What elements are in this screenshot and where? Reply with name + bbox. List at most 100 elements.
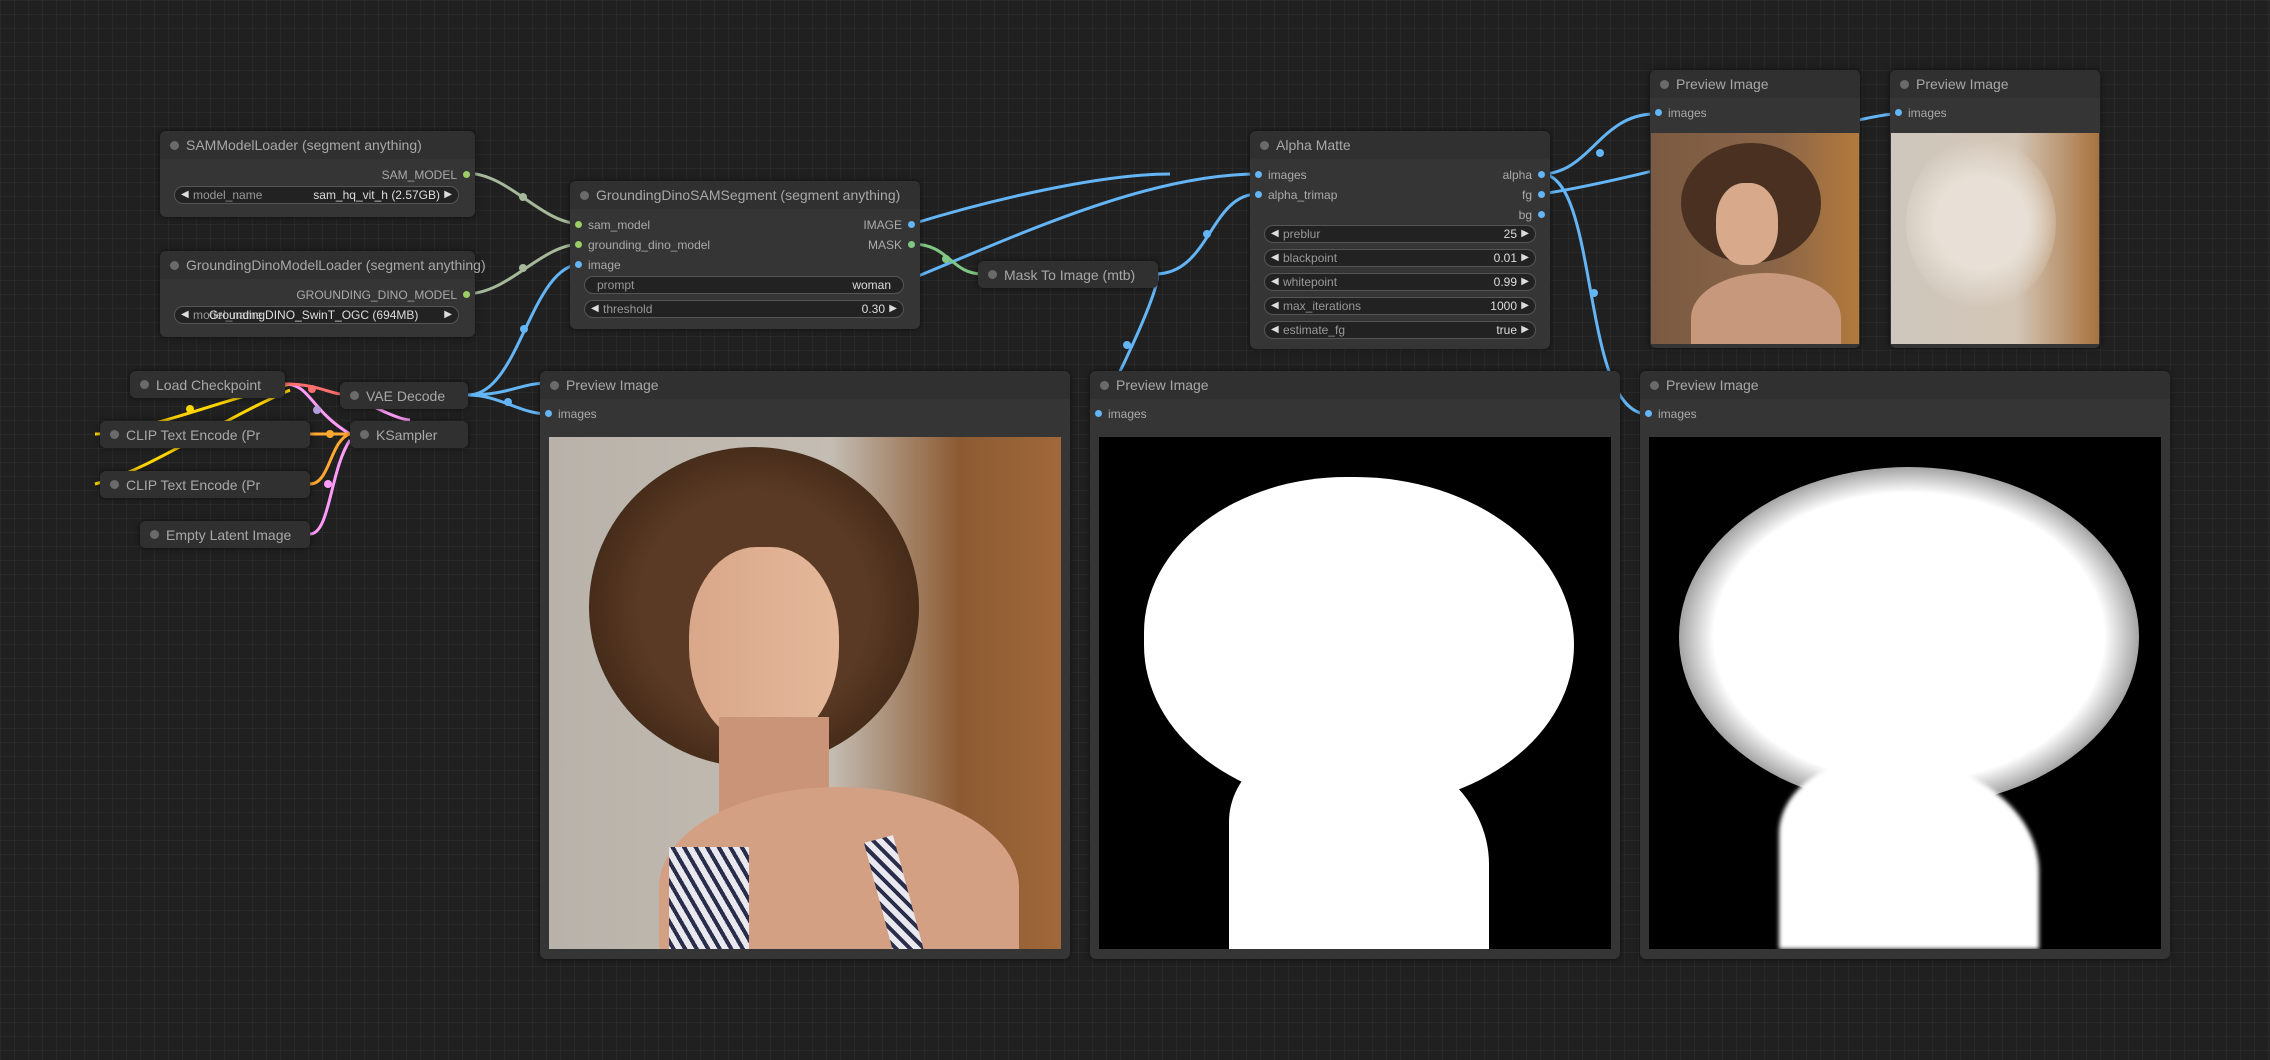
preblur-field[interactable]: ◀ preblur 25 ▶ <box>1264 225 1536 243</box>
input-slot-images[interactable]: images <box>1640 407 1697 421</box>
input-slot-images[interactable]: images <box>540 407 597 421</box>
max-iterations-field[interactable]: ◀ max_iterations 1000 ▶ <box>1264 297 1536 315</box>
arrow-left-icon[interactable]: ◀ <box>1271 228 1279 239</box>
alpha-matte-node[interactable]: Alpha Matte images alpha_trimap alpha fg… <box>1250 131 1550 349</box>
input-slot-alpha-trimap[interactable]: alpha_trimap <box>1250 188 1337 202</box>
input-slot-image[interactable]: image <box>570 258 621 272</box>
prompt-text-field[interactable]: prompt woman <box>584 276 904 294</box>
blackpoint-field[interactable]: ◀ blackpoint 0.01 ▶ <box>1264 249 1536 267</box>
node-header[interactable]: Alpha Matte <box>1250 131 1550 159</box>
collapse-dot-icon[interactable] <box>350 391 359 400</box>
output-socket-icon[interactable] <box>1538 171 1545 178</box>
preview-image-node-large-2[interactable]: Preview Image images <box>1090 371 1620 959</box>
input-slot-sam-model[interactable]: sam_model <box>570 218 650 232</box>
grounding-dino-loader-node[interactable]: GroundingDinoModelLoader (segment anythi… <box>160 251 486 337</box>
arrow-right-icon[interactable]: ▶ <box>444 309 452 320</box>
node-header[interactable]: CLIP Text Encode (Pr <box>100 421 310 448</box>
output-socket-icon[interactable] <box>463 291 470 298</box>
preview-image-node-small-2[interactable]: Preview Image images <box>1890 70 2100 348</box>
collapse-dot-icon[interactable] <box>170 140 179 150</box>
collapse-dot-icon[interactable] <box>150 530 159 539</box>
collapse-dot-icon[interactable] <box>110 430 119 439</box>
collapse-dot-icon[interactable] <box>550 380 559 390</box>
input-slot-images[interactable]: images <box>1890 106 1947 120</box>
model-name-combo[interactable]: ◀ model_name GroundingDINO_SwinT_OGC (69… <box>174 306 459 324</box>
output-slot-grounding-dino-model[interactable]: GROUNDING_DINO_MODEL <box>296 288 475 302</box>
node-header[interactable]: CLIP Text Encode (Pr <box>100 471 310 498</box>
arrow-left-icon[interactable]: ◀ <box>181 309 189 320</box>
node-header[interactable]: KSampler <box>350 421 468 448</box>
preview-image-node-small-1[interactable]: Preview Image images <box>1650 70 1860 348</box>
arrow-right-icon[interactable]: ▶ <box>444 189 452 200</box>
node-header[interactable]: Preview Image <box>1890 70 2100 98</box>
arrow-left-icon[interactable]: ◀ <box>591 303 599 314</box>
node-header[interactable]: Load Checkpoint <box>130 371 285 398</box>
load-checkpoint-node[interactable]: Load Checkpoint <box>130 371 285 398</box>
input-slot-images[interactable]: images <box>1090 407 1147 421</box>
grounding-dino-sam-segment-node[interactable]: GroundingDinoSAMSegment (segment anythin… <box>570 181 920 329</box>
collapse-dot-icon[interactable] <box>1260 140 1269 150</box>
input-socket-icon[interactable] <box>1255 171 1262 178</box>
node-header[interactable]: Preview Image <box>540 371 1070 399</box>
collapse-dot-icon[interactable] <box>170 260 179 270</box>
collapse-dot-icon[interactable] <box>1660 79 1669 89</box>
arrow-right-icon[interactable]: ▶ <box>1521 300 1529 311</box>
input-socket-icon[interactable] <box>1645 410 1652 417</box>
threshold-number-field[interactable]: ◀ threshold 0.30 ▶ <box>584 300 904 318</box>
output-slot-alpha[interactable]: alpha <box>1503 168 1550 182</box>
clip-text-encode-node-1[interactable]: CLIP Text Encode (Pr <box>100 421 310 448</box>
arrow-right-icon[interactable]: ▶ <box>1521 228 1529 239</box>
estimate-fg-toggle[interactable]: ◀ estimate_fg true ▶ <box>1264 321 1536 339</box>
arrow-left-icon[interactable]: ◀ <box>181 189 189 200</box>
preview-image-node-large-1[interactable]: Preview Image images <box>540 371 1070 959</box>
collapse-dot-icon[interactable] <box>988 270 997 279</box>
node-header[interactable]: Preview Image <box>1090 371 1620 399</box>
collapse-dot-icon[interactable] <box>1650 380 1659 390</box>
node-header[interactable]: Preview Image <box>1650 70 1860 98</box>
arrow-right-icon[interactable]: ▶ <box>1521 252 1529 263</box>
arrow-left-icon[interactable]: ◀ <box>1271 276 1279 287</box>
arrow-left-icon[interactable]: ◀ <box>1271 300 1279 311</box>
output-slot-mask[interactable]: MASK <box>868 238 920 252</box>
collapse-dot-icon[interactable] <box>360 430 369 439</box>
node-header[interactable]: GroundingDinoModelLoader (segment anythi… <box>160 251 486 279</box>
whitepoint-field[interactable]: ◀ whitepoint 0.99 ▶ <box>1264 273 1536 291</box>
output-socket-icon[interactable] <box>908 221 915 228</box>
collapse-dot-icon[interactable] <box>1900 79 1909 89</box>
collapse-dot-icon[interactable] <box>110 480 119 489</box>
input-socket-icon[interactable] <box>545 410 552 417</box>
node-header[interactable]: SAMModelLoader (segment anything) <box>160 131 475 159</box>
collapse-dot-icon[interactable] <box>580 190 589 200</box>
ksampler-node[interactable]: KSampler <box>350 421 468 448</box>
input-slot-grounding-dino-model[interactable]: grounding_dino_model <box>570 238 710 252</box>
output-socket-icon[interactable] <box>1538 191 1545 198</box>
input-socket-icon[interactable] <box>1895 109 1902 116</box>
sam-model-loader-node[interactable]: SAMModelLoader (segment anything) SAM_MO… <box>160 131 475 217</box>
preview-image-node-large-3[interactable]: Preview Image images <box>1640 371 2170 959</box>
output-socket-icon[interactable] <box>1538 211 1545 218</box>
input-socket-icon[interactable] <box>575 261 582 268</box>
node-header[interactable]: GroundingDinoSAMSegment (segment anythin… <box>570 181 920 209</box>
input-socket-icon[interactable] <box>1255 191 1262 198</box>
vae-decode-node[interactable]: VAE Decode <box>340 382 468 409</box>
arrow-left-icon[interactable]: ◀ <box>1271 252 1279 263</box>
arrow-right-icon[interactable]: ▶ <box>889 303 897 314</box>
output-socket-icon[interactable] <box>908 241 915 248</box>
collapse-dot-icon[interactable] <box>1100 380 1109 390</box>
input-slot-images[interactable]: images <box>1250 168 1307 182</box>
empty-latent-image-node[interactable]: Empty Latent Image <box>140 521 310 548</box>
input-socket-icon[interactable] <box>575 241 582 248</box>
input-socket-icon[interactable] <box>1655 109 1662 116</box>
arrow-right-icon[interactable]: ▶ <box>1521 276 1529 287</box>
input-slot-images[interactable]: images <box>1650 106 1707 120</box>
collapse-dot-icon[interactable] <box>140 380 149 389</box>
output-slot-fg[interactable]: fg <box>1522 188 1550 202</box>
node-header[interactable]: Preview Image <box>1640 371 2170 399</box>
clip-text-encode-node-2[interactable]: CLIP Text Encode (Pr <box>100 471 310 498</box>
output-slot-bg[interactable]: bg <box>1519 208 1550 222</box>
arrow-right-icon[interactable]: ▶ <box>1521 324 1529 335</box>
arrow-left-icon[interactable]: ◀ <box>1271 324 1279 335</box>
output-slot-image[interactable]: IMAGE <box>863 218 920 232</box>
input-socket-icon[interactable] <box>1095 410 1102 417</box>
mask-to-image-node[interactable]: Mask To Image (mtb) <box>978 261 1158 288</box>
